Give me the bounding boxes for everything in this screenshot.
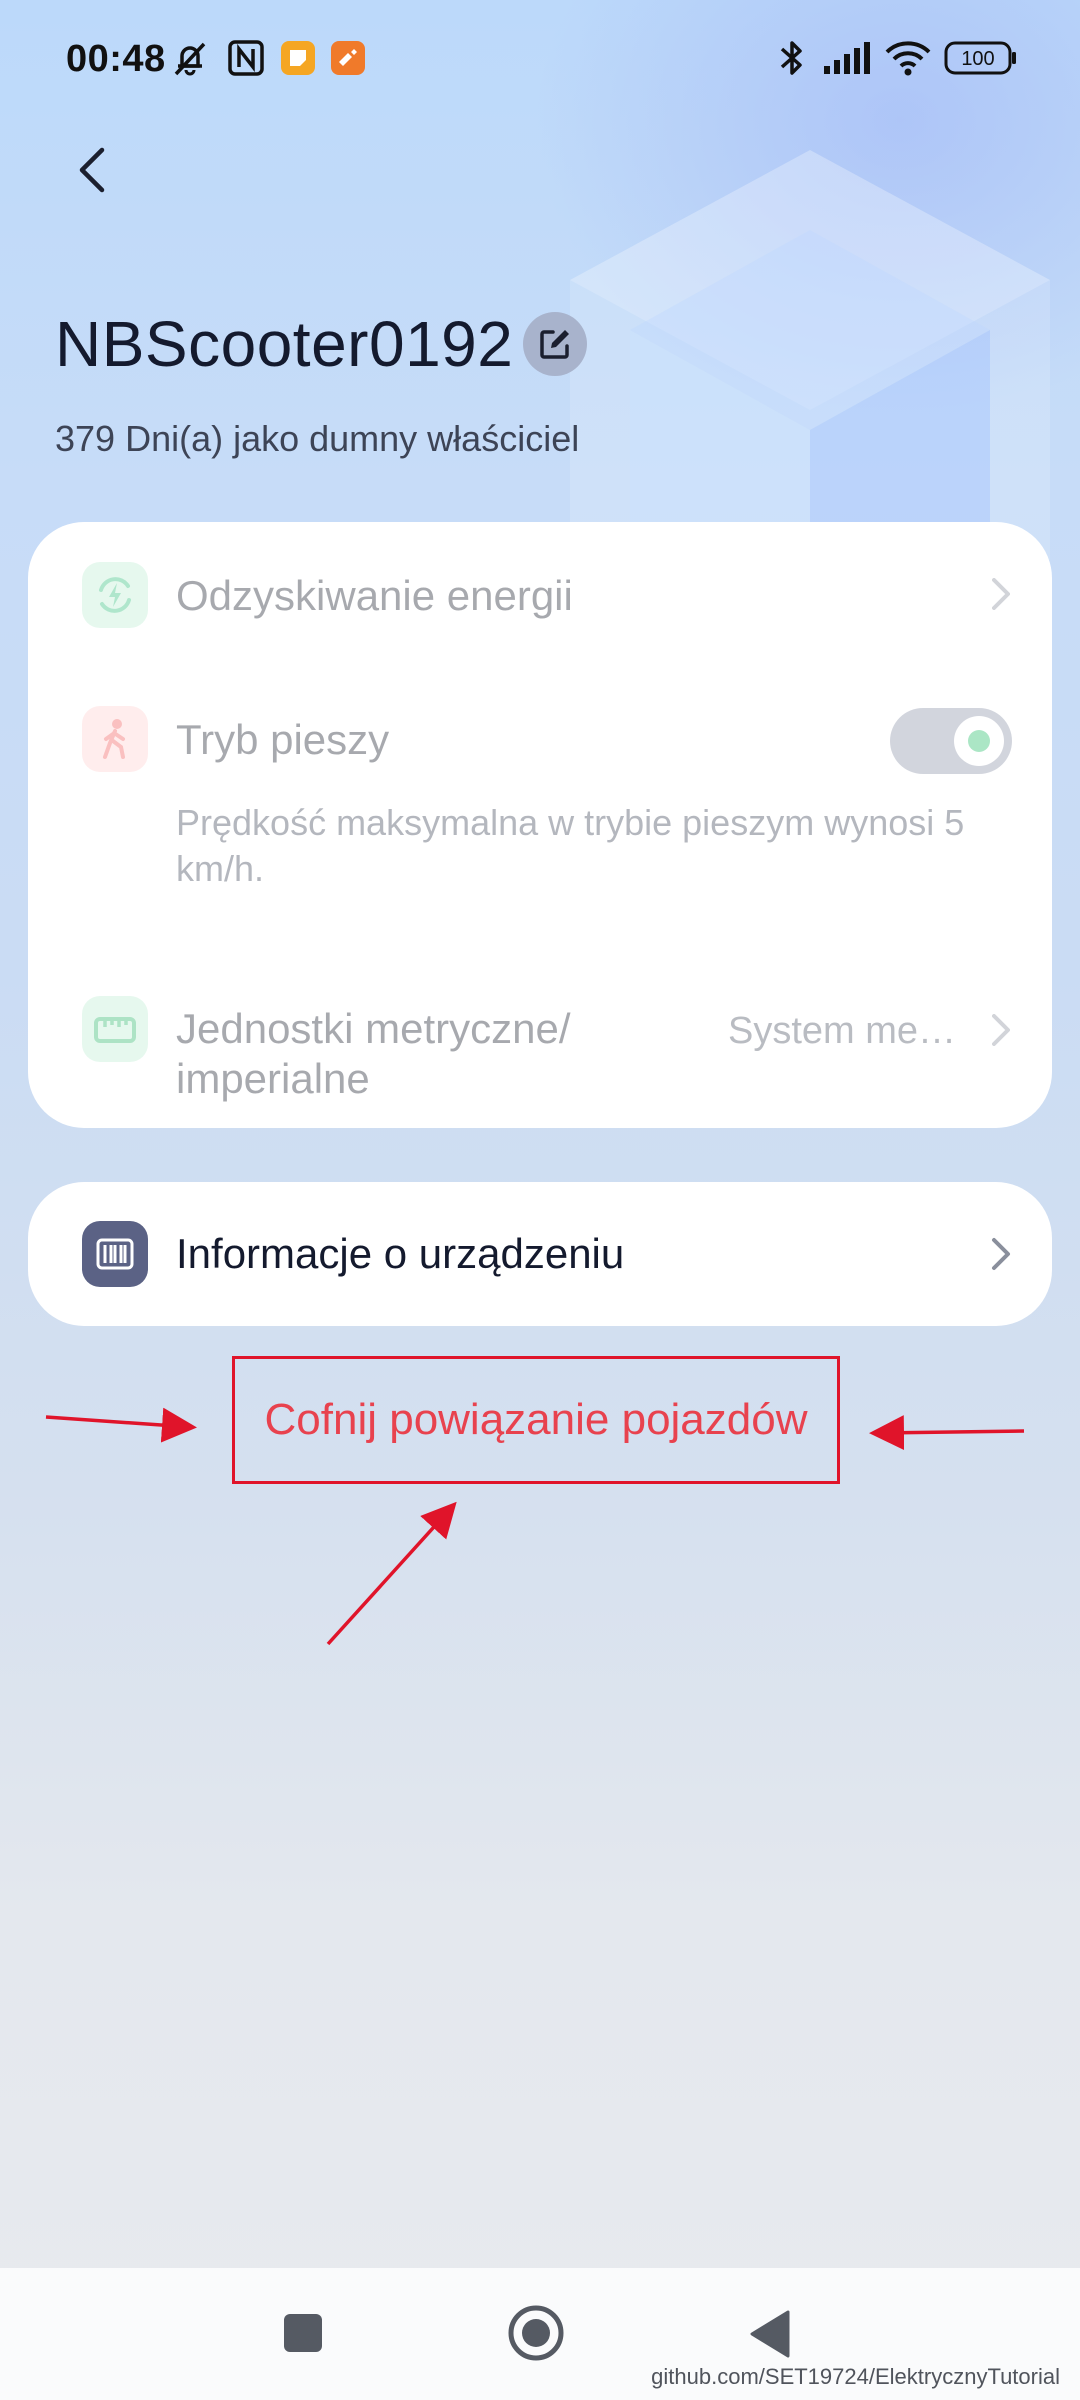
annotation-arrow-right [869, 1415, 1025, 1451]
recent-apps-button[interactable] [282, 2312, 324, 2354]
back-nav-button[interactable] [746, 2308, 794, 2360]
home-circle-icon [508, 2305, 564, 2361]
square-icon [284, 2314, 322, 2352]
system-navigation-bar: github.com/SET19724/ElektrycznyTutorial [0, 2268, 1080, 2400]
annotation-arrow-bottom [326, 1501, 457, 1646]
triangle-back-icon [750, 2310, 790, 2358]
watermark: github.com/SET19724/ElektrycznyTutorial [651, 2364, 1060, 2389]
annotation-arrows [45, 1407, 1025, 1646]
home-button[interactable] [507, 2304, 565, 2362]
annotation-arrow-left [45, 1407, 197, 1443]
